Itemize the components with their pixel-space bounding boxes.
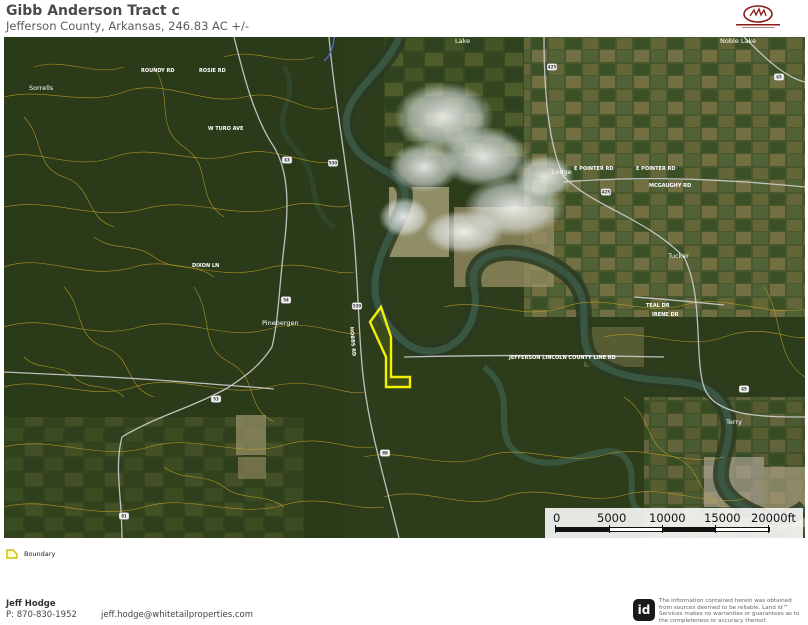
place-label: Pinebergen	[262, 319, 299, 327]
route-shield-label: 81	[121, 513, 127, 518]
road-label: MCGAUGHY RD	[649, 183, 691, 189]
road-label: TEAL DR	[646, 303, 670, 309]
agent-phone[interactable]: P: 870-830-1952	[6, 610, 77, 620]
scale-label: 15000	[704, 511, 741, 525]
route-shield-label: 65	[776, 74, 782, 79]
route-shield-icon: 425	[600, 188, 612, 196]
route-shield-label: 530	[329, 160, 338, 165]
road-label: ROSIE RD	[199, 68, 226, 74]
road-label: DIXON LN	[192, 263, 219, 269]
scale-label: 0	[553, 511, 561, 525]
legend-label-boundary: Boundary	[24, 550, 56, 558]
route-shield-label: 54	[283, 297, 289, 302]
road-label: ROUNDY RD	[141, 68, 175, 74]
route-shield-icon: 530	[327, 159, 339, 167]
route-shield-icon: 65	[738, 385, 750, 393]
route-shield-label: 88	[382, 450, 388, 455]
route-shield-label: 425	[602, 189, 611, 194]
place-label: Terry	[725, 418, 742, 426]
route-shield-label: 65	[741, 386, 747, 391]
route-shield-label: 530	[353, 303, 362, 308]
land-id-logo: id	[633, 599, 655, 621]
route-shield-icon: 54	[280, 296, 292, 304]
place-label: Noble Lake	[720, 37, 756, 45]
scale-label: 10000	[649, 511, 686, 525]
scale-line	[555, 525, 770, 533]
road-label: E POINTER RD	[636, 166, 676, 172]
land-id-logo-text: id	[637, 603, 651, 617]
place-label: Lake	[455, 37, 470, 45]
map-page: Gibb Anderson Tract c Jefferson County, …	[0, 0, 808, 625]
route-shield-label: 425	[548, 64, 557, 69]
route-shield-icon: 65	[773, 73, 785, 81]
route-shield-icon: 530	[351, 302, 363, 310]
road-label: W TURO AVE	[208, 126, 244, 132]
route-shield-label: 63	[284, 157, 290, 162]
agent-name: Jeff Hodge	[6, 599, 56, 609]
route-shield-icon: 63	[281, 156, 293, 164]
route-shield-icon: 81	[118, 512, 130, 520]
disclaimer: The information contained herein was obt…	[659, 598, 800, 624]
place-label: Tucker	[667, 252, 689, 260]
page-title: Gibb Anderson Tract c	[6, 3, 180, 19]
road-label: JEFFERSON LINCOLN COUNTY LINE RD	[508, 355, 616, 361]
scale-label: 5000	[597, 511, 627, 525]
route-shield-label: 53	[213, 396, 219, 401]
route-shield-icon: 88	[379, 449, 391, 457]
place-label: Lodge	[552, 168, 572, 176]
route-shield-icon: 425	[546, 63, 558, 71]
agent-email[interactable]: jeff.hodge@whitetailproperties.com	[101, 610, 253, 620]
page-subtitle: Jefferson County, Arkansas, 246.83 AC +/…	[6, 19, 250, 33]
whitetail-properties-logo	[732, 4, 784, 30]
place-label: Sorrells	[29, 84, 54, 92]
boundary-swatch-icon	[6, 549, 18, 559]
road-label: E POINTER RD	[574, 166, 614, 172]
scale-label: 20000ft	[751, 511, 796, 525]
aerial-map[interactable]: Sorrells Pinebergen Noble Lake Lodge Tuc…	[4, 37, 805, 538]
road-label: IRENE DR	[652, 312, 679, 318]
map-scale-bar: 0 5000 10000 15000 20000ft	[545, 508, 803, 538]
route-shield-icon: 53	[210, 395, 222, 403]
